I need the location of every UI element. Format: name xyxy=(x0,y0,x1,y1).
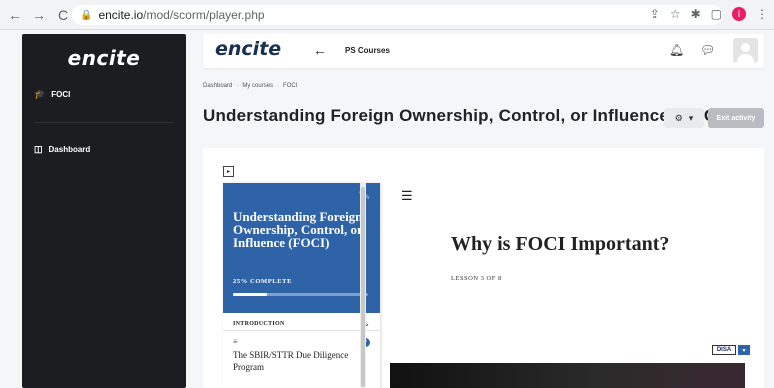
browser-toolbar: ← → C 🔒 encite.io/mod/scorm/player.php ⇪… xyxy=(0,0,774,30)
back-arrow-icon[interactable]: ← xyxy=(313,42,327,58)
address-bar[interactable]: 🔒 encite.io/mod/scorm/player.php xyxy=(72,5,722,25)
expand-toggle-button[interactable]: ▸ xyxy=(223,166,234,177)
extensions-icon[interactable]: ✱ xyxy=(691,7,701,21)
disa-logo[interactable]: DISA xyxy=(712,345,736,355)
avatar-body xyxy=(737,54,754,63)
breadcrumb: Dashboard · My courses · FOCI xyxy=(203,83,297,89)
graduation-cap-icon: 🎓 xyxy=(34,89,46,99)
progress-bar xyxy=(233,293,368,296)
chat-icon[interactable]: 💬︎ xyxy=(700,43,715,57)
sidebar-item-label: FOCI xyxy=(51,90,71,99)
lesson-panel-scrollbar[interactable] xyxy=(360,183,366,388)
lesson-item-name: The SBIR/STTR Due Diligence Program xyxy=(233,350,349,372)
course-heading: Understanding Foreign Ownership, Control… xyxy=(233,209,363,250)
lock-icon: 🔒 xyxy=(80,9,93,21)
page-title: Understanding Foreign Ownership, Control… xyxy=(203,106,728,125)
sidebar: encite 🎓 FOCI ◫ Dashboard xyxy=(22,34,186,388)
scorm-player: ▸ 🔍︎ Understanding Foreign Ownership, Co… xyxy=(203,148,764,388)
lesson-list-item[interactable]: ≡ ✓ The SBIR/STTR Due Diligence Program xyxy=(223,333,380,388)
share-icon[interactable]: ⇪ xyxy=(650,7,660,21)
document-lines-icon: ≡ xyxy=(233,337,238,346)
lesson-number: LESSON 3 OF 8 xyxy=(451,275,502,282)
chevron-down-icon[interactable]: ▾ xyxy=(738,345,750,355)
avatar[interactable] xyxy=(733,38,758,63)
hamburger-menu-icon[interactable]: ☰ xyxy=(401,188,413,204)
course-title: PS Courses xyxy=(345,46,390,55)
header-logo[interactable]: encite xyxy=(215,38,281,60)
app-frame: encite 🎓 FOCI ◫ Dashboard encite ← PS Co… xyxy=(0,30,774,388)
top-header: encite ← PS Courses 🔔︎ 💬︎ xyxy=(203,34,764,68)
browser-tools: ⇪ ☆ ✱ ▢ I ⋮ xyxy=(650,7,768,21)
url-path: /mod/scorm/player.php xyxy=(143,8,265,22)
lesson-hero-image xyxy=(390,363,745,388)
bell-icon[interactable]: 🔔︎ xyxy=(669,43,684,57)
breadcrumb-dashboard[interactable]: Dashboard xyxy=(203,83,232,89)
settings-menu-button[interactable]: ⚙ ▾ xyxy=(664,108,704,128)
sidebar-brand-logo[interactable]: encite xyxy=(22,46,186,70)
sidebar-item-dashboard[interactable]: ◫ Dashboard xyxy=(34,144,90,155)
more-menu-icon[interactable]: ⋮ xyxy=(756,7,768,21)
dashboard-icon: ◫ xyxy=(34,144,43,154)
sidebar-item-foci[interactable]: 🎓 FOCI xyxy=(34,89,70,100)
back-arrow-icon[interactable]: ← xyxy=(8,7,22,23)
url-host: encite.io xyxy=(98,8,144,22)
section-header-introduction[interactable]: INTRODUCTION ⌄ xyxy=(223,317,380,331)
progress-fill xyxy=(233,293,267,296)
breadcrumb-my-courses[interactable]: My courses xyxy=(242,83,273,89)
lesson-title: Why is FOCI Important? xyxy=(451,233,670,255)
breadcrumb-foci[interactable]: FOCI xyxy=(283,83,297,89)
avatar-head xyxy=(741,43,750,52)
breadcrumb-separator: · xyxy=(277,83,280,89)
star-icon[interactable]: ☆ xyxy=(670,7,681,21)
profile-avatar[interactable]: I xyxy=(732,7,746,21)
chevron-down-icon: ▾ xyxy=(688,112,694,123)
reload-icon[interactable]: C xyxy=(56,7,70,23)
exit-activity-button[interactable]: Exit activity xyxy=(708,108,764,128)
breadcrumb-separator: · xyxy=(236,83,239,89)
sidebar-item-label: Dashboard xyxy=(48,145,91,154)
section-label: INTRODUCTION xyxy=(233,320,285,327)
sidebar-divider xyxy=(34,122,174,123)
gear-icon: ⚙ xyxy=(674,112,683,123)
forward-arrow-icon[interactable]: → xyxy=(32,7,46,23)
lesson-panel-header: 🔍︎ Understanding Foreign Ownership, Cont… xyxy=(223,183,380,313)
browser-nav: ← → C xyxy=(0,7,70,23)
sidepanel-icon[interactable]: ▢ xyxy=(711,7,722,21)
progress-label: 25% COMPLETE xyxy=(233,278,293,285)
scrollbar-thumb[interactable] xyxy=(361,187,365,387)
lesson-navigation-panel: 🔍︎ Understanding Foreign Ownership, Cont… xyxy=(223,183,380,388)
